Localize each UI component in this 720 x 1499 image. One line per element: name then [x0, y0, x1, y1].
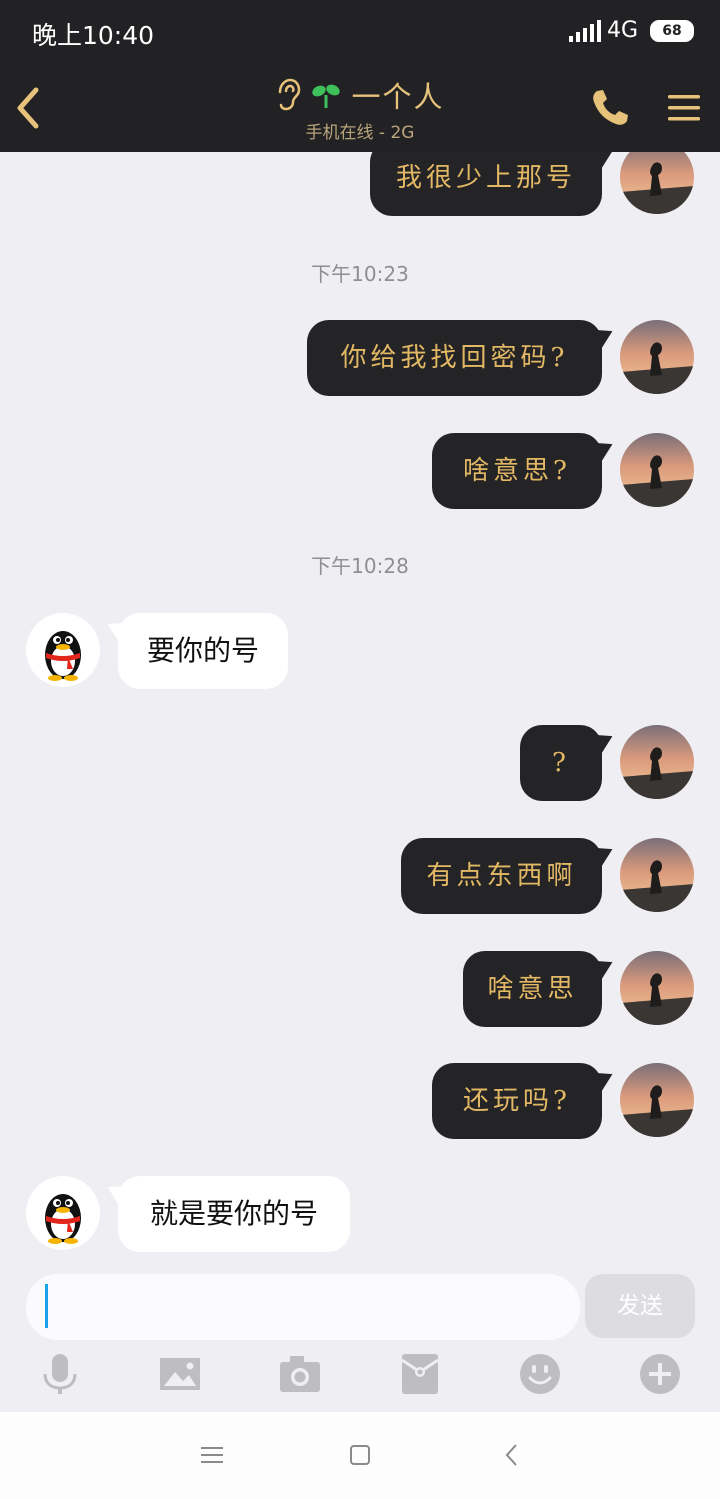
microphone-icon[interactable]: [38, 1352, 82, 1396]
timestamp: 下午10:23: [311, 262, 409, 286]
emoji-icon[interactable]: [518, 1352, 562, 1396]
message-bubble-outgoing[interactable]: 还玩吗?: [432, 1063, 602, 1139]
chat-title: 一个人: [351, 80, 445, 114]
network-type: 4G: [606, 18, 638, 43]
my-avatar[interactable]: [620, 951, 694, 1025]
chat-header: 一个人 手机在线 - 2G: [0, 68, 720, 152]
message-input[interactable]: [26, 1274, 580, 1340]
message-bubble-outgoing[interactable]: ?: [520, 725, 602, 801]
message-bubble-outgoing[interactable]: 啥意思: [463, 951, 602, 1027]
menu-icon[interactable]: [664, 88, 704, 128]
home-icon[interactable]: [345, 1440, 375, 1470]
status-indicators: 4G 68: [568, 18, 694, 43]
battery-icon: 68: [650, 19, 694, 42]
contact-avatar[interactable]: [26, 1176, 100, 1250]
input-bar: 发送: [0, 1264, 720, 1412]
message-bubble-incoming[interactable]: 就是要你的号: [118, 1176, 350, 1252]
system-nav-bar: [0, 1412, 720, 1499]
status-bar: 晚上10:40 4G 68: [0, 0, 720, 68]
my-avatar[interactable]: [620, 1063, 694, 1137]
timestamp: 下午10:28: [311, 554, 409, 578]
plus-icon[interactable]: [638, 1352, 682, 1396]
battery-level: 68: [662, 22, 682, 39]
status-time: 晚上10:40: [32, 21, 155, 50]
camera-icon[interactable]: [278, 1352, 322, 1396]
my-avatar[interactable]: [620, 725, 694, 799]
message-list[interactable]: 我很少上那号 下午10:23 你给我找回密码? 啥意思? 下午10:28 要你的…: [0, 152, 720, 1264]
message-bubble-outgoing[interactable]: 我很少上那号: [370, 152, 602, 216]
signal-icon: [568, 19, 601, 42]
my-avatar[interactable]: [620, 433, 694, 507]
my-avatar[interactable]: [620, 320, 694, 394]
recent-apps-icon[interactable]: [197, 1440, 227, 1470]
image-icon[interactable]: [158, 1352, 202, 1396]
back-nav-icon[interactable]: [497, 1440, 527, 1470]
text-cursor: [45, 1284, 48, 1328]
message-bubble-outgoing[interactable]: 啥意思?: [432, 433, 602, 509]
message-bubble-incoming[interactable]: 要你的号: [118, 613, 288, 689]
my-avatar[interactable]: [620, 838, 694, 912]
red-packet-icon[interactable]: [398, 1352, 442, 1396]
message-bubble-outgoing[interactable]: 有点东西啊: [401, 838, 602, 914]
phone-icon[interactable]: [588, 86, 632, 130]
sprout-icon: [312, 84, 341, 108]
message-bubble-outgoing[interactable]: 你给我找回密码?: [307, 320, 602, 396]
my-avatar[interactable]: [620, 152, 694, 214]
contact-avatar[interactable]: [26, 613, 100, 687]
send-button[interactable]: 发送: [585, 1274, 695, 1338]
ear-icon: [279, 78, 301, 111]
